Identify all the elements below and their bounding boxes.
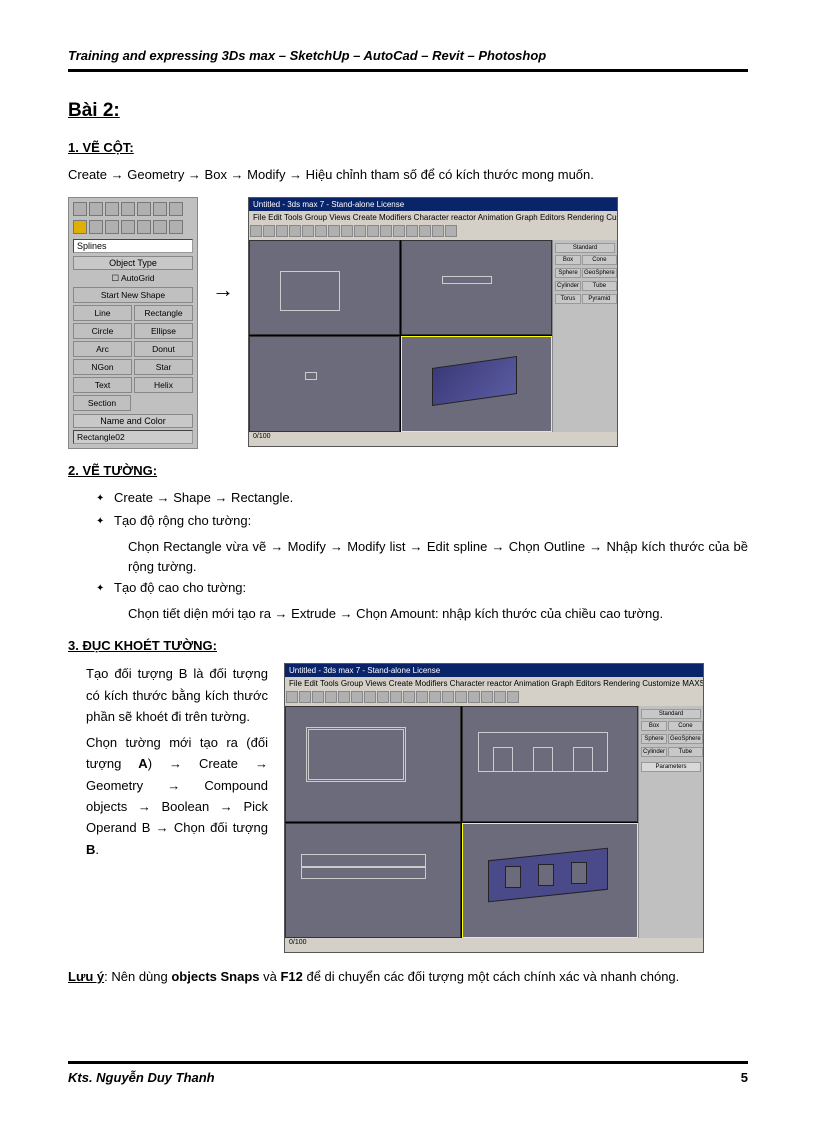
app-menubar: File Edit Tools Group Views Create Modif… [285, 677, 703, 690]
shape-button-circle[interactable]: Circle [73, 323, 132, 339]
side-dropdown[interactable]: Standard [555, 243, 615, 253]
cat-icon[interactable] [169, 220, 183, 234]
section1-heading: 1. VẼ CỘT: [68, 140, 748, 155]
page-footer: Kts. Nguyễn Duy Thanh 5 [68, 1061, 748, 1085]
list-item: Tạo độ cao cho tường: [100, 578, 748, 598]
viewport-left[interactable] [249, 336, 400, 432]
viewport-top[interactable] [285, 706, 461, 822]
cat-icon[interactable] [105, 220, 119, 234]
tab-icon[interactable] [105, 202, 119, 216]
cat-icon[interactable] [137, 220, 151, 234]
side-btn[interactable]: Cone [668, 721, 703, 731]
footer-page: 5 [741, 1070, 748, 1085]
lesson-title: Bài 2: [68, 100, 748, 122]
tab-icon[interactable] [153, 202, 167, 216]
side-btn[interactable]: Cylinder [641, 747, 667, 757]
shape-button-ellipse[interactable]: Ellipse [134, 323, 193, 339]
cat-icon[interactable] [153, 220, 167, 234]
side-btn[interactable]: Pyramid [582, 294, 617, 304]
shape-button-rectangle[interactable]: Rectangle [134, 305, 193, 321]
shape-button-donut[interactable]: Donut [134, 341, 193, 357]
cat-icon[interactable] [121, 220, 135, 234]
side-btn[interactable]: GeoSphere [668, 734, 703, 744]
shape-button-text[interactable]: Text [73, 377, 132, 393]
app-toolbar [249, 224, 617, 240]
section2-sub2: Chọn tiết diện mới tạo ra → Extrude → Ch… [68, 604, 748, 625]
footer-author: Kts. Nguyễn Duy Thanh [68, 1070, 215, 1085]
side-dropdown[interactable]: Standard [641, 709, 701, 719]
app-titlebar: Untitled - 3ds max 7 - Stand-alone Licen… [249, 198, 617, 211]
side-panel: Standard Box Cone Sphere GeoSphere Cylin… [638, 706, 703, 938]
section3-heading: 3. ĐỤC KHOÉT TƯỜNG: [68, 638, 748, 653]
viewport-front[interactable] [401, 240, 552, 336]
rollout-object-type: Object Type [73, 256, 193, 270]
tab-icon[interactable] [169, 202, 183, 216]
side-panel: Standard Box Cone Sphere GeoSphere Cylin… [552, 240, 617, 432]
app-menubar: File Edit Tools Group Views Create Modif… [249, 211, 617, 224]
app-window-1: Untitled - 3ds max 7 - Stand-alone Licen… [248, 197, 618, 447]
section2-heading: 2. VẼ TƯỜNG: [68, 463, 748, 478]
side-btn[interactable]: Box [641, 721, 667, 731]
cat-icon[interactable] [73, 220, 87, 234]
section2-list2: Tạo độ cao cho tường: [68, 578, 748, 598]
app-titlebar: Untitled - 3ds max 7 - Stand-alone Licen… [285, 664, 703, 677]
panel-category-icons [71, 218, 195, 236]
shape-button-section[interactable]: Section [73, 395, 131, 411]
viewport-perspective[interactable] [401, 336, 552, 432]
app-statusbar: 0/100 [285, 938, 703, 952]
section2-list: Create → Shape → Rectangle. Tạo độ rộng … [68, 488, 748, 531]
tab-icon[interactable] [73, 202, 87, 216]
panel-tab-icons [71, 200, 195, 218]
cat-icon[interactable] [89, 220, 103, 234]
figure-row-2: Tạo đối tượng B là đối tượng có kích thư… [68, 663, 748, 953]
shape-button-line[interactable]: Line [73, 305, 132, 321]
side-btn[interactable]: Cylinder [555, 281, 581, 291]
side-btn[interactable]: GeoSphere [582, 268, 617, 278]
object-name-field[interactable]: Rectangle02 [73, 430, 193, 444]
app-toolbar [285, 690, 703, 706]
page-header: Training and expressing 3Ds max – Sketch… [68, 48, 748, 72]
note-paragraph: Lưu ý: Nên dùng objects Snaps và F12 để … [68, 967, 748, 988]
autogrid-checkbox[interactable]: ☐ AutoGrid [71, 272, 195, 285]
shape-button-star[interactable]: Star [134, 359, 193, 375]
section1-text: Create → Geometry → Box → Modify → Hiệu … [68, 165, 748, 185]
side-btn[interactable]: Sphere [641, 734, 667, 744]
list-item: Tạo độ rộng cho tường: [100, 511, 748, 531]
app-window-2: Untitled - 3ds max 7 - Stand-alone Licen… [284, 663, 704, 953]
figure-row-1: Splines Object Type ☐ AutoGrid Start New… [68, 197, 748, 449]
tab-icon[interactable] [137, 202, 151, 216]
start-new-shape-button[interactable]: Start New Shape [73, 287, 193, 303]
side-btn[interactable]: Torus [555, 294, 581, 304]
tab-icon[interactable] [121, 202, 135, 216]
shape-button-helix[interactable]: Helix [134, 377, 193, 393]
viewports [285, 706, 638, 938]
arrow-icon: → [212, 277, 234, 303]
category-dropdown[interactable]: Splines [73, 239, 193, 253]
app-statusbar: 0/100 [249, 432, 617, 446]
list-item: Create → Shape → Rectangle. [100, 488, 748, 508]
side-btn[interactable]: Sphere [555, 268, 581, 278]
side-btn[interactable]: Cone [582, 255, 617, 265]
shape-button-ngon[interactable]: NGon [73, 359, 132, 375]
shape-button-arc[interactable]: Arc [73, 341, 132, 357]
viewport-left[interactable] [285, 823, 461, 939]
section2-sub1: Chọn Rectangle vừa vẽ → Modify → Modify … [68, 537, 748, 579]
parameters-label: Parameters [641, 762, 701, 772]
viewport-top[interactable] [249, 240, 400, 336]
tab-icon[interactable] [89, 202, 103, 216]
viewport-perspective[interactable] [462, 823, 638, 939]
side-btn[interactable]: Tube [582, 281, 617, 291]
section3-text: Tạo đối tượng B là đối tượng có kích thư… [68, 663, 268, 953]
rollout-name-color: Name and Color [73, 414, 193, 428]
viewport-front[interactable] [462, 706, 638, 822]
side-btn[interactable]: Tube [668, 747, 703, 757]
viewports [249, 240, 552, 432]
side-btn[interactable]: Box [555, 255, 581, 265]
command-panel: Splines Object Type ☐ AutoGrid Start New… [68, 197, 198, 449]
